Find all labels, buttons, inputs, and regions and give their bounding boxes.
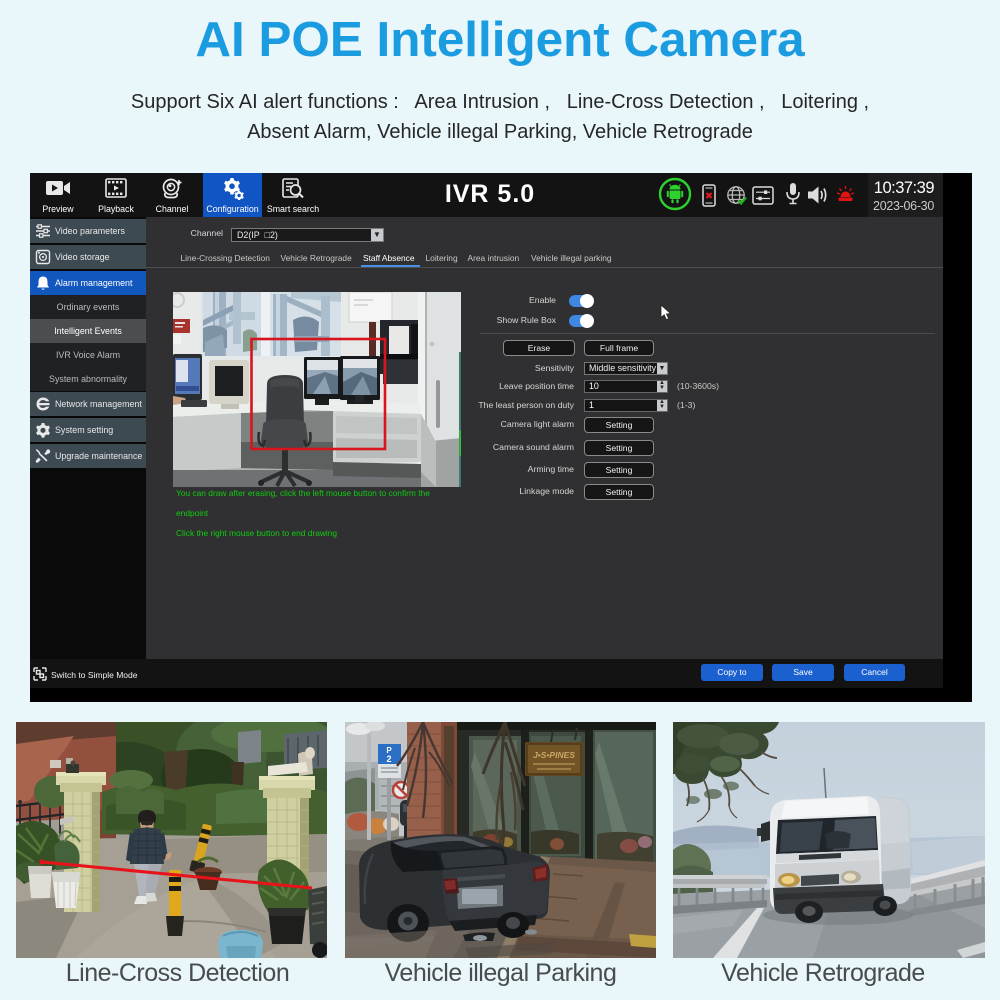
svg-text:J•S•PINES: J•S•PINES bbox=[533, 750, 575, 760]
svg-text:2: 2 bbox=[386, 754, 391, 764]
